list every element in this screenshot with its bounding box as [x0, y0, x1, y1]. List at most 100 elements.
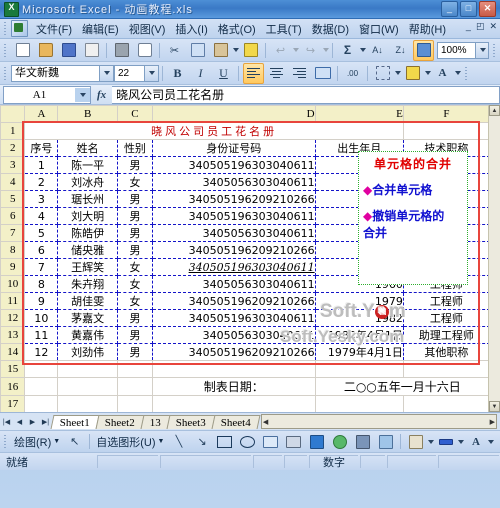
font-name-input[interactable]: 华文新魏 [11, 64, 100, 82]
cell-e15[interactable] [314, 360, 404, 378]
formatting-toolbar-grip[interactable] [2, 66, 9, 81]
cell-no-r13[interactable]: 11 [24, 326, 59, 344]
cell-e17[interactable] [314, 395, 404, 412]
paste-dropdown-arrow[interactable] [233, 48, 239, 52]
row-header-10[interactable]: 10 [0, 275, 26, 293]
cell-id-r11[interactable]: 340505196209210266 [151, 292, 316, 310]
textbox-icon[interactable] [260, 431, 281, 452]
menu-item-insert[interactable]: 插入(I) [170, 19, 212, 39]
picture-icon[interactable] [352, 431, 373, 452]
row-header-9[interactable]: 9 [0, 258, 26, 276]
cell-sex-r11[interactable]: 女 [116, 292, 153, 310]
cell-id-r10[interactable]: 3405056303040611 [151, 275, 316, 293]
insert-function-icon[interactable]: fx [97, 89, 106, 101]
cell-b17[interactable] [57, 395, 118, 412]
sheet-tab-sheet3[interactable]: Sheet3 [166, 414, 216, 429]
menu-item-view[interactable]: 视图(V) [124, 19, 171, 39]
maximize-button[interactable]: □ [460, 1, 477, 17]
cell-id-r14[interactable]: 340505196209210266 [151, 343, 316, 361]
cell-name-r9[interactable]: 王辉笑 [57, 258, 118, 276]
next-sheet-button[interactable]: ▶ [26, 415, 39, 429]
standard-toolbar-overflow[interactable] [491, 43, 498, 58]
cell-title-r12[interactable]: 工程师 [402, 309, 491, 327]
sheet-tab-sheet1[interactable]: Sheet1 [50, 414, 100, 429]
prev-sheet-button[interactable]: ◀ [13, 415, 26, 429]
font-name-dropdown-arrow[interactable] [100, 64, 114, 82]
standard-toolbar-grip[interactable] [2, 43, 9, 58]
footer-value-cell[interactable]: 二○○五年一月十六日 [314, 377, 491, 396]
minimize-button[interactable]: _ [441, 1, 458, 17]
cell-no-r9[interactable]: 7 [24, 258, 59, 276]
cell-id-r13[interactable]: 3405056303040611 [151, 326, 316, 344]
cell-b15[interactable] [57, 360, 118, 378]
menu-item-format[interactable]: 格式(O) [213, 19, 261, 39]
diagram-icon[interactable] [306, 431, 327, 452]
insert-picture-icon[interactable] [375, 431, 396, 452]
name-box[interactable]: A1 [3, 85, 91, 104]
draw-menu-button[interactable]: 绘图(R) ▼ [11, 433, 63, 451]
scroll-up-button[interactable]: ▲ [489, 105, 500, 116]
menu-grip-handle[interactable] [2, 21, 9, 36]
column-header-b[interactable]: B [57, 105, 118, 123]
cell-sex-r12[interactable]: 男 [116, 309, 153, 327]
cell-no-r4[interactable]: 2 [24, 173, 59, 191]
scroll-down-button[interactable]: ▼ [489, 401, 500, 412]
fill-color-icon-draw[interactable] [405, 431, 426, 452]
formatting-toolbar-overflow[interactable] [463, 66, 470, 81]
row-header-1[interactable]: 1 [0, 122, 26, 140]
row-header-7[interactable]: 7 [0, 224, 26, 242]
cell-no-r14[interactable]: 12 [24, 343, 59, 361]
arrow-icon[interactable]: ↘ [191, 431, 212, 452]
row-header-4[interactable]: 4 [0, 173, 26, 191]
clipart-icon[interactable] [329, 431, 350, 452]
cell-name-r14[interactable]: 刘劲伟 [57, 343, 118, 361]
column-header-c[interactable]: C [116, 105, 153, 123]
menu-item-file[interactable]: 文件(F) [31, 19, 77, 39]
print-preview-icon[interactable] [134, 40, 155, 61]
column-header-a[interactable]: A [24, 105, 59, 123]
row-header-5[interactable]: 5 [0, 190, 26, 208]
header-id[interactable]: 身份证号码 [151, 139, 316, 157]
line-color-arrow[interactable] [458, 439, 465, 444]
bold-button[interactable]: B [167, 63, 188, 84]
footer-label-cell[interactable]: 制表日期： [151, 377, 316, 396]
line-color-icon[interactable] [435, 431, 456, 452]
cell-sex-r6[interactable]: 男 [116, 207, 153, 225]
align-right-icon[interactable] [289, 63, 310, 84]
cell-sex-r9[interactable]: 女 [116, 258, 153, 276]
cell-no-r7[interactable]: 5 [24, 224, 59, 242]
cell-id-r12[interactable]: 340505196303040611 [151, 309, 316, 327]
autosum-dropdown-arrow[interactable] [360, 48, 366, 52]
menu-item-edit[interactable]: 编辑(E) [77, 19, 124, 39]
cell-name-r4[interactable]: 刘冰舟 [57, 173, 118, 191]
mdi-minimize-button[interactable]: _ [466, 22, 471, 31]
save-icon[interactable] [58, 40, 79, 61]
row-header-15[interactable]: 15 [0, 360, 26, 378]
select-all-corner[interactable] [0, 105, 26, 123]
cell-no-r12[interactable]: 10 [24, 309, 59, 327]
row-header-12[interactable]: 12 [0, 309, 26, 327]
align-center-icon[interactable] [266, 63, 287, 84]
sheet-tab-sheet4[interactable]: Sheet4 [211, 414, 261, 429]
cell-title-r13[interactable]: 助理工程师 [402, 326, 491, 344]
font-color-icon-draw[interactable]: A [465, 431, 486, 452]
cell-a16[interactable] [24, 377, 59, 396]
align-left-icon[interactable] [243, 62, 264, 84]
format-painter-icon[interactable] [240, 40, 261, 61]
cell-id-r6[interactable]: 340505196303040611 [151, 207, 316, 225]
first-sheet-button[interactable]: |◀ [0, 415, 13, 429]
email-icon[interactable] [81, 40, 102, 61]
open-folder-icon[interactable] [35, 40, 56, 61]
cell-id-r9[interactable]: 340505196303040611 [151, 258, 316, 276]
font-color-draw-arrow[interactable] [488, 439, 495, 444]
row-header-14[interactable]: 14 [0, 343, 26, 361]
row-header-11[interactable]: 11 [0, 292, 26, 310]
row-header-8[interactable]: 8 [0, 241, 26, 259]
undo-dropdown-arrow[interactable] [293, 48, 299, 52]
italic-button[interactable]: I [190, 63, 211, 84]
new-document-icon[interactable] [12, 40, 33, 61]
rectangle-icon[interactable] [214, 431, 235, 452]
column-header-f[interactable]: F [402, 105, 491, 123]
line-icon[interactable]: ╲ [168, 431, 189, 452]
zoom-dropdown-arrow[interactable] [476, 41, 489, 59]
